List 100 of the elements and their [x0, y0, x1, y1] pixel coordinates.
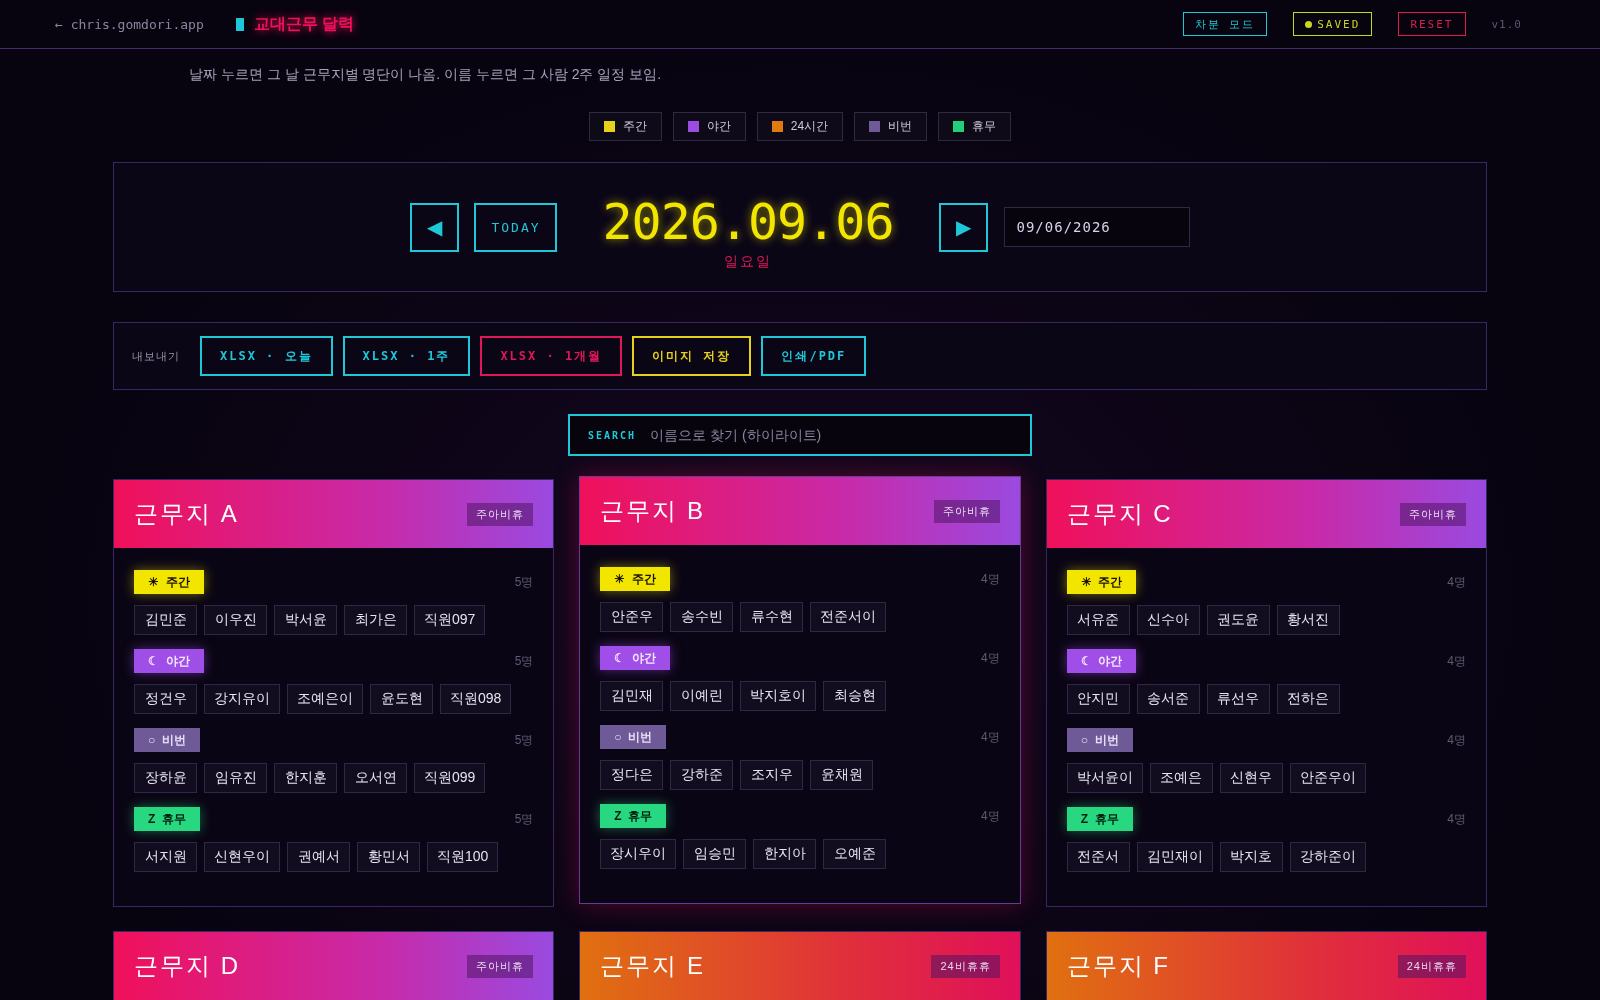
weekday-label: 일요일: [724, 253, 772, 271]
person-chip[interactable]: 박서윤: [274, 605, 337, 635]
person-chip[interactable]: 안준우이: [1289, 763, 1366, 793]
export-button[interactable]: XLSX · 오늘: [200, 336, 333, 376]
legend-label: 야간: [706, 118, 731, 135]
shift-badge: Z 휴무: [134, 807, 200, 831]
pattern-tag: 주아비휴: [467, 502, 534, 526]
header-button[interactable]: 차분 모드: [1182, 12, 1268, 36]
person-chip[interactable]: 박지호이: [740, 681, 817, 711]
shift-badge: ☀ 주간: [1066, 570, 1137, 594]
headcount: 5명: [514, 731, 534, 749]
header-button[interactable]: SAVED: [1293, 12, 1373, 36]
person-chip[interactable]: 신현우이: [204, 842, 280, 872]
person-chip[interactable]: 최가은: [344, 605, 407, 635]
person-chip[interactable]: 임승민: [683, 839, 747, 869]
person-chip[interactable]: 김민준: [134, 605, 197, 635]
person-chip[interactable]: 권예서: [287, 842, 350, 872]
headcount: 5명: [514, 810, 534, 828]
headcount: 5명: [514, 652, 534, 670]
site-name: 근무지 A: [134, 499, 239, 529]
person-chip[interactable]: 장하윤: [134, 763, 197, 793]
person-chip[interactable]: 강하준: [670, 760, 734, 790]
headcount: 4명: [1447, 652, 1466, 670]
today-button[interactable]: TODAY: [474, 202, 558, 252]
person-chip[interactable]: 직원099: [414, 763, 486, 793]
person-chip[interactable]: 송수빈: [670, 602, 734, 632]
header-button[interactable]: RESET: [1398, 12, 1466, 36]
person-chip[interactable]: 전준서이: [810, 602, 887, 632]
shift-badge: ☀ 주간: [600, 567, 670, 591]
person-chip[interactable]: 오서연: [344, 763, 407, 793]
person-chip[interactable]: 안지민: [1066, 684, 1130, 714]
person-chip[interactable]: 윤채원: [810, 760, 874, 790]
export-button[interactable]: 인쇄/PDF: [761, 336, 867, 376]
person-chip[interactable]: 강지유이: [204, 684, 280, 714]
person-chip[interactable]: 정건우: [134, 684, 197, 714]
person-chip[interactable]: 조예은이: [287, 684, 363, 714]
person-chip[interactable]: 송서준: [1136, 684, 1200, 714]
site-name: 근무지 E: [600, 951, 705, 981]
person-chip[interactable]: 박지호: [1219, 842, 1283, 872]
person-chip[interactable]: 장시우이: [600, 839, 677, 869]
person-chip[interactable]: 한지훈: [274, 763, 337, 793]
person-chip[interactable]: 서지원: [134, 842, 197, 872]
legend-label: 주간: [622, 118, 647, 135]
person-chip[interactable]: 신현우: [1219, 763, 1283, 793]
site-name: 근무지 C: [1066, 499, 1173, 529]
back-link[interactable]: ← chris.gomdori.app: [55, 16, 204, 32]
person-chip[interactable]: 조지우: [740, 760, 804, 790]
app-logo: 교대근무 달력: [253, 13, 355, 34]
person-chip[interactable]: 전하은: [1276, 684, 1340, 714]
person-chip[interactable]: 권도윤: [1206, 605, 1270, 635]
legend-label: 24시간: [790, 118, 829, 135]
person-chip[interactable]: 조예은: [1149, 763, 1213, 793]
version-label: v1.0: [1491, 17, 1522, 31]
next-day-button[interactable]: ▶: [938, 202, 988, 252]
pattern-tag: 24비휴휴: [931, 954, 1000, 978]
export-button[interactable]: 이미지 저장: [632, 336, 752, 376]
person-chip[interactable]: 황서진: [1276, 605, 1340, 635]
headcount: 4명: [980, 570, 1000, 588]
person-chip[interactable]: 한지아: [753, 839, 817, 869]
search-field[interactable]: SEARCH 이름으로 찾기 (하이라이트): [568, 414, 1032, 456]
person-chip[interactable]: 직원100: [427, 842, 499, 872]
shift-badge: ☾ 야간: [134, 649, 204, 673]
person-chip[interactable]: 최승현: [823, 681, 887, 711]
person-chip[interactable]: 임유진: [204, 763, 267, 793]
shift-badge: Z 휴무: [600, 804, 667, 828]
headcount: 5명: [514, 573, 534, 591]
person-chip[interactable]: 강하준이: [1289, 842, 1366, 872]
shift-badge: ○ 비번: [134, 728, 200, 752]
shift-badge: ☾ 야간: [1066, 649, 1137, 673]
person-chip[interactable]: 전준서: [1066, 842, 1130, 872]
person-chip[interactable]: 신수아: [1136, 605, 1200, 635]
logo-icon: [235, 17, 244, 31]
person-chip[interactable]: 류수현: [740, 602, 804, 632]
headcount: 4명: [980, 807, 1000, 825]
shift-badge: Z 휴무: [1066, 807, 1133, 831]
export-button[interactable]: XLSX · 1주: [342, 336, 471, 376]
site-name: 근무지 F: [1066, 951, 1170, 981]
person-chip[interactable]: 류선우: [1206, 684, 1270, 714]
person-chip[interactable]: 황민서: [357, 842, 420, 872]
legend-label: 휴무: [972, 118, 997, 135]
person-chip[interactable]: 박서윤이: [1066, 763, 1143, 793]
person-chip[interactable]: 직원097: [414, 605, 486, 635]
search-input-field[interactable]: 이름으로 찾기 (하이라이트): [648, 426, 1012, 444]
person-chip[interactable]: 이예린: [670, 681, 734, 711]
date-input-field[interactable]: 09/06/2026: [1003, 207, 1190, 247]
previous-day-button[interactable]: ◀: [410, 202, 460, 252]
person-chip[interactable]: 이우진: [204, 605, 267, 635]
headcount: 4명: [980, 728, 1000, 746]
person-chip[interactable]: 오예준: [823, 839, 887, 869]
person-chip[interactable]: 서유준: [1066, 605, 1130, 635]
export-button[interactable]: XLSX · 1개월: [480, 336, 623, 376]
person-chip[interactable]: 김민재이: [1136, 842, 1213, 872]
headcount: 4명: [1447, 573, 1466, 591]
person-chip[interactable]: 김민재: [600, 681, 664, 711]
site-name: 근무지 B: [600, 496, 705, 526]
person-chip[interactable]: 직원098: [440, 684, 512, 714]
person-chip[interactable]: 안준우: [600, 602, 664, 632]
export-label: 내보내기: [132, 348, 180, 364]
person-chip[interactable]: 정다은: [600, 760, 664, 790]
person-chip[interactable]: 윤도현: [370, 684, 433, 714]
